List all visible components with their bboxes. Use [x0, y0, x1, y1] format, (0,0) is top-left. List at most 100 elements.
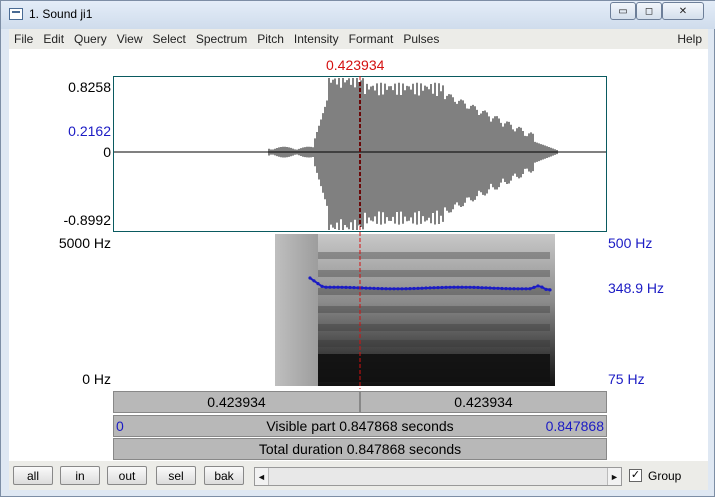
zoom-out-button[interactable]: out — [107, 466, 147, 485]
amplitude-cursor-label: 0.2162 — [68, 123, 111, 139]
window-title: 1. Sound ji1 — [29, 7, 93, 21]
zoom-in-button[interactable]: in — [60, 466, 100, 485]
formant-band — [318, 354, 550, 368]
frequency-bottom-label: 0 Hz — [82, 371, 111, 387]
menu-query[interactable]: Query — [69, 32, 112, 46]
pitch-point — [548, 288, 552, 292]
sound-view[interactable]: 0.423934 0.8258 0.2162 0 -0.8992 5000 Hz… — [9, 49, 708, 461]
cursor-line — [359, 76, 361, 389]
menu-select[interactable]: Select — [148, 32, 191, 46]
group-label: Group — [648, 469, 682, 483]
menu-formant[interactable]: Formant — [344, 32, 399, 46]
pitch-point — [520, 287, 524, 291]
pitch-point — [492, 286, 496, 290]
spectrogram-panel[interactable] — [113, 232, 555, 389]
zoom-back-button[interactable]: bak — [204, 466, 244, 485]
formant-band — [318, 340, 550, 347]
frequency-top-label: 5000 Hz — [58, 235, 111, 251]
menu-edit[interactable]: Edit — [38, 32, 69, 46]
pitch-point — [416, 286, 420, 290]
pitch-point — [364, 286, 368, 290]
pitch-bottom-label: 75 Hz — [608, 371, 645, 387]
total-duration-bar[interactable]: Total duration 0.847868 seconds — [113, 438, 607, 460]
pitch-point — [404, 287, 408, 291]
menu-intensity[interactable]: Intensity — [289, 32, 344, 46]
pitch-point — [320, 284, 324, 288]
menu-file[interactable]: File — [9, 32, 38, 46]
menu-pulses[interactable]: Pulses — [398, 32, 444, 46]
formant-band — [318, 306, 550, 313]
pitch-point — [428, 286, 432, 290]
pitch-point — [524, 287, 528, 291]
spectrogram-onset-region — [275, 234, 323, 386]
pitch-point — [336, 285, 340, 289]
menu-pitch[interactable]: Pitch — [252, 32, 289, 46]
time-segment-right[interactable]: 0.423934 — [360, 391, 607, 413]
zoom-selection-button[interactable]: sel — [156, 466, 196, 485]
pitch-point — [420, 286, 424, 290]
title-bar[interactable]: 1. Sound ji1 ▭ ◻ ✕ — [1, 1, 715, 29]
formant-band — [318, 368, 550, 382]
pitch-point — [376, 286, 380, 291]
editor-client-area: File Edit Query View Select Spectrum Pit… — [9, 29, 708, 490]
pitch-point — [332, 285, 336, 289]
cursor-time-label: 0.423934 — [326, 57, 385, 73]
pitch-point — [412, 286, 416, 291]
pitch-point — [480, 286, 484, 290]
pitch-top-label: 500 Hz — [608, 235, 653, 251]
pitch-point — [372, 286, 376, 290]
pitch-point — [388, 287, 392, 291]
pitch-point — [484, 286, 488, 290]
amplitude-max-label: 0.8258 — [68, 79, 111, 95]
pitch-point — [424, 286, 428, 290]
pitch-point — [348, 285, 352, 290]
pitch-point — [540, 285, 544, 289]
amplitude-min-label: -0.8992 — [63, 212, 111, 228]
pitch-point — [352, 286, 356, 290]
pitch-point — [544, 287, 548, 291]
minimize-button[interactable]: ▭ — [610, 2, 636, 20]
menu-spectrum[interactable]: Spectrum — [191, 32, 252, 46]
pitch-point — [516, 287, 520, 291]
menu-view[interactable]: View — [112, 32, 148, 46]
pitch-point — [460, 285, 464, 289]
amplitude-zero-label: 0 — [103, 144, 111, 160]
formant-band — [318, 270, 550, 277]
pitch-point — [508, 287, 512, 291]
pitch-point — [496, 286, 500, 290]
scroll-right-icon[interactable]: ► — [607, 468, 621, 485]
pitch-point — [408, 287, 412, 291]
formant-band — [318, 324, 550, 331]
pitch-point — [488, 286, 492, 290]
pitch-point — [536, 284, 540, 288]
menu-bar: File Edit Query View Select Spectrum Pit… — [9, 29, 708, 49]
pitch-point — [432, 286, 436, 290]
pitch-point — [448, 285, 452, 289]
close-button[interactable]: ✕ — [662, 2, 704, 20]
maximize-button[interactable]: ◻ — [636, 2, 662, 20]
visible-end-label: 0.847868 — [545, 418, 604, 434]
pitch-point — [324, 285, 328, 289]
pitch-point — [472, 285, 476, 289]
pitch-point — [340, 285, 344, 289]
group-checkbox[interactable]: ✓ — [629, 469, 642, 482]
waveform-trace — [268, 78, 558, 230]
pitch-point — [468, 285, 472, 289]
time-segment-left[interactable]: 0.423934 — [113, 391, 360, 413]
pitch-point — [504, 287, 508, 291]
pitch-point — [444, 285, 448, 289]
pitch-point — [380, 287, 384, 291]
pitch-point — [512, 287, 516, 291]
pitch-point — [344, 285, 348, 289]
pitch-point — [392, 287, 396, 291]
zoom-all-button[interactable]: all — [13, 466, 53, 485]
pitch-point — [384, 287, 388, 291]
pitch-point — [308, 276, 312, 280]
pitch-point — [436, 286, 440, 290]
pitch-point — [312, 279, 316, 283]
visible-start-label: 0 — [116, 418, 124, 434]
scroll-left-icon[interactable]: ◄ — [255, 468, 269, 485]
menu-help[interactable]: Help — [677, 32, 702, 46]
app-icon — [9, 8, 23, 20]
horizontal-scrollbar[interactable]: ◄ ► — [254, 467, 622, 486]
